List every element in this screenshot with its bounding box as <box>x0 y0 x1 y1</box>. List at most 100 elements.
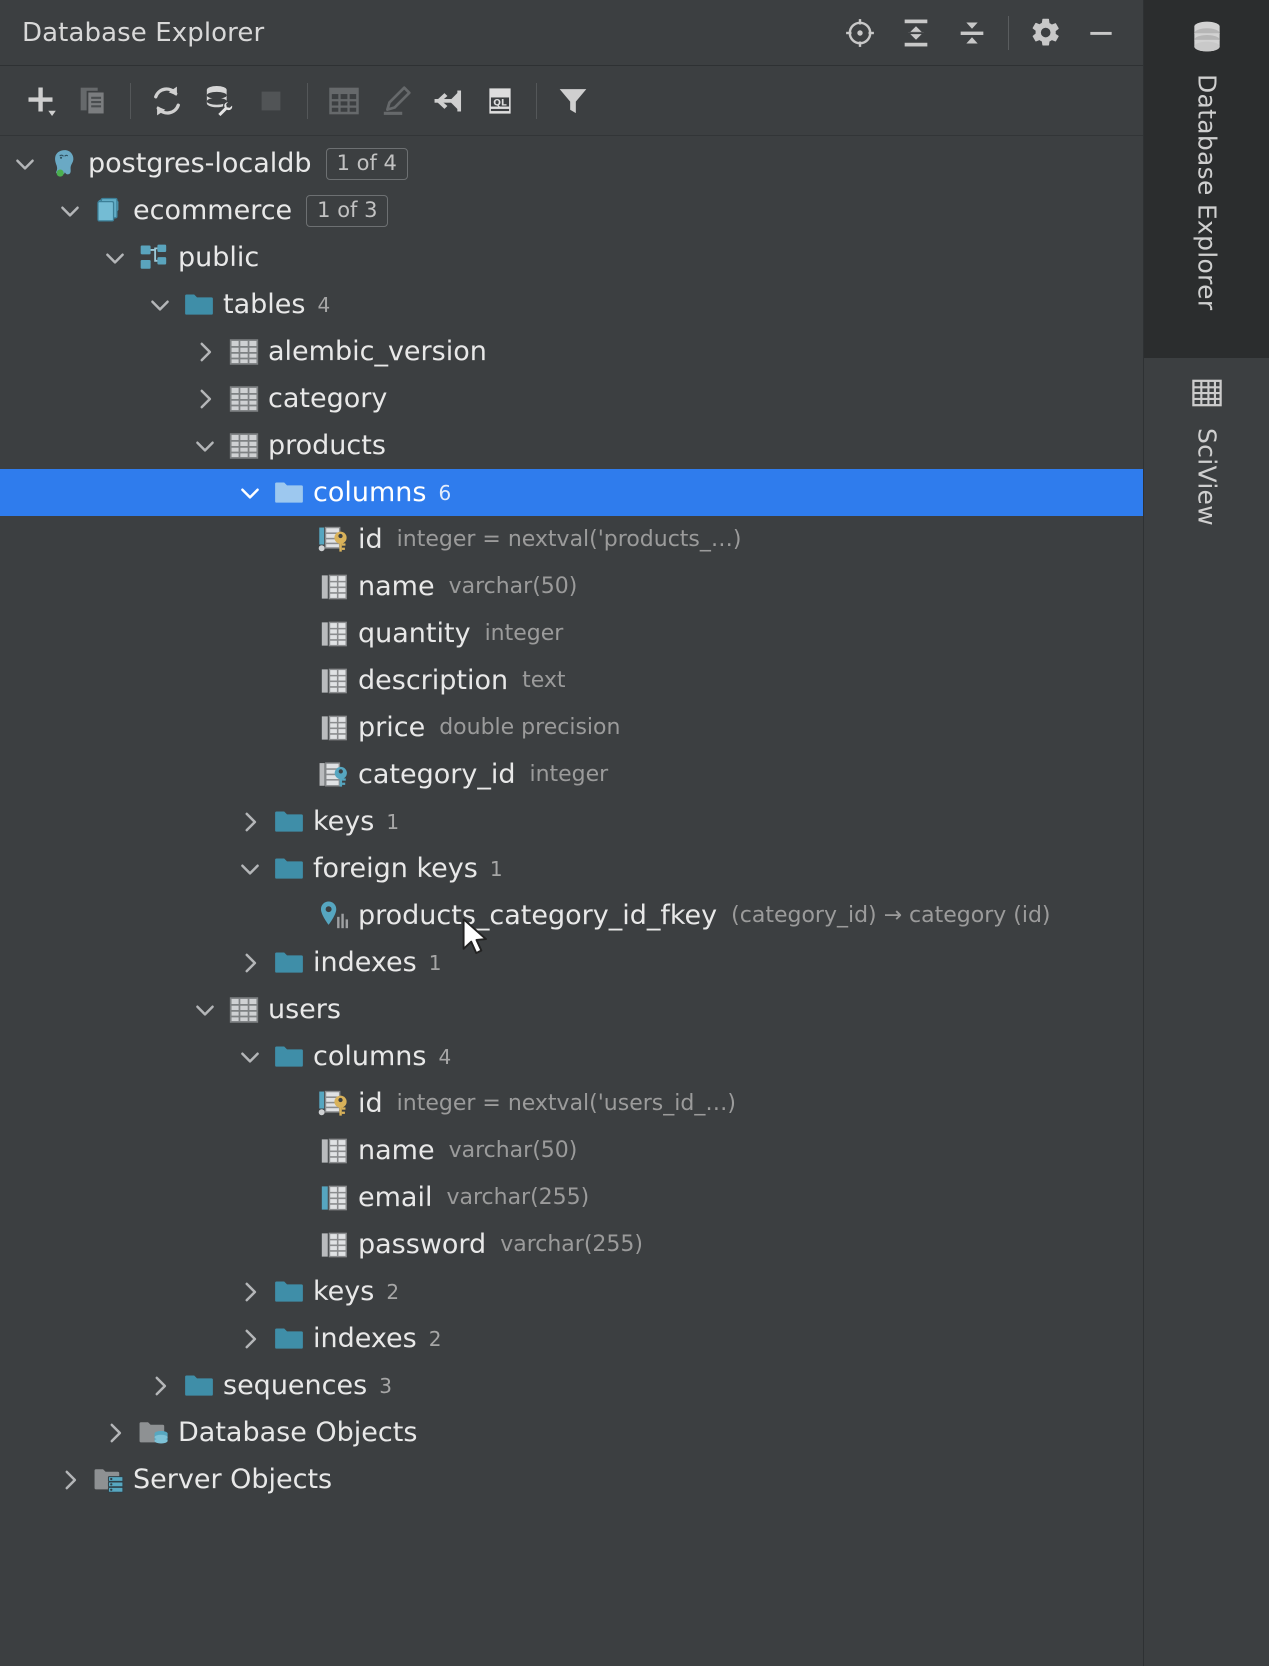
database-tree[interactable]: postgres-localdb1 of 4ecommerce1 of 3pub… <box>0 136 1143 1666</box>
folder-icon <box>179 281 219 328</box>
tree-row-label: columns <box>313 479 426 506</box>
tree-row-products-id[interactable]: idinteger = nextval('products_…) <box>0 516 1143 563</box>
minimize-icon[interactable] <box>1073 8 1129 58</box>
folder-icon <box>269 939 309 986</box>
tree-row-users-name[interactable]: namevarchar(50) <box>0 1127 1143 1174</box>
tree-row-products-foreign-keys[interactable]: foreign keys1 <box>0 845 1143 892</box>
modify-object-button[interactable] <box>370 75 422 127</box>
chevron-down-icon[interactable] <box>6 140 44 187</box>
chevron-down-icon[interactable] <box>231 469 269 516</box>
chevron-down-icon[interactable] <box>231 845 269 892</box>
tree-row-tables[interactable]: tables4 <box>0 281 1143 328</box>
tree-row-users-email[interactable]: emailvarchar(255) <box>0 1174 1143 1221</box>
table-icon <box>224 375 264 422</box>
tree-row-users-columns[interactable]: columns4 <box>0 1033 1143 1080</box>
tree-row-label: price <box>358 714 425 741</box>
tree-row-meta: integer <box>529 764 608 786</box>
stop-button[interactable] <box>245 75 297 127</box>
tree-row-count: 4 <box>317 295 330 315</box>
tree-row-products-description[interactable]: descriptiontext <box>0 657 1143 704</box>
tree-row-products-indexes[interactable]: indexes1 <box>0 939 1143 986</box>
tree-row-users-indexes[interactable]: indexes2 <box>0 1315 1143 1362</box>
chevron-down-icon[interactable] <box>231 1033 269 1080</box>
table-icon <box>224 328 264 375</box>
gear-icon[interactable] <box>1017 8 1073 58</box>
filter-button[interactable] <box>547 75 599 127</box>
tree-arrow-placeholder <box>276 1127 314 1174</box>
grid-table-icon <box>1190 376 1224 414</box>
tree-row-products[interactable]: products <box>0 422 1143 469</box>
chevron-right-icon[interactable] <box>51 1456 89 1503</box>
tree-row-alembic_version[interactable]: alembic_version <box>0 328 1143 375</box>
column-icon <box>314 563 354 610</box>
tree-row-meta: double precision <box>439 717 620 739</box>
chevron-right-icon[interactable] <box>231 798 269 845</box>
tree-row-label: quantity <box>358 620 471 647</box>
tree-row-badge[interactable]: 1 of 3 <box>306 195 388 227</box>
svg-text:QL: QL <box>493 98 507 108</box>
tree-row-label: sequences <box>223 1372 367 1399</box>
tree-row-products_category_id_fkey[interactable]: products_category_id_fkey(category_id) →… <box>0 892 1143 939</box>
tree-row-users[interactable]: users <box>0 986 1143 1033</box>
tree-row-database-objects[interactable]: Database Objects <box>0 1409 1143 1456</box>
open-data-editor-button[interactable] <box>318 75 370 127</box>
refresh-button[interactable] <box>141 75 193 127</box>
tool-tab-database-explorer[interactable]: Database Explorer <box>1144 0 1269 358</box>
toolbar-divider-1 <box>130 83 131 119</box>
tree-row-count: 2 <box>386 1282 399 1302</box>
toolbar-divider-3 <box>536 83 537 119</box>
collapse-all-icon[interactable] <box>944 8 1000 58</box>
tree-row-meta: integer = nextval('users_id_…) <box>397 1093 736 1115</box>
chevron-down-icon[interactable] <box>51 187 89 234</box>
tree-row-users-password[interactable]: passwordvarchar(255) <box>0 1221 1143 1268</box>
duplicate-button[interactable] <box>68 75 120 127</box>
locate-icon[interactable] <box>832 8 888 58</box>
chevron-right-icon[interactable] <box>186 328 224 375</box>
chevron-down-icon[interactable] <box>186 422 224 469</box>
tree-row-label: products <box>268 432 386 459</box>
tree-row-label: Database Objects <box>178 1419 417 1446</box>
tree-row-users-keys[interactable]: keys2 <box>0 1268 1143 1315</box>
chevron-right-icon[interactable] <box>231 1268 269 1315</box>
chevron-down-icon[interactable] <box>96 234 134 281</box>
tool-tab-sciview[interactable]: SciView <box>1144 358 1269 598</box>
jump-to-editor-button[interactable] <box>422 75 474 127</box>
tool-window-header: Database Explorer <box>0 0 1143 66</box>
tree-row-count: 6 <box>438 483 451 503</box>
schema-icon <box>134 234 174 281</box>
column-icon <box>314 610 354 657</box>
tree-row-products-price[interactable]: price double precision <box>0 704 1143 751</box>
datasource-properties-button[interactable] <box>193 75 245 127</box>
tree-arrow-placeholder <box>276 657 314 704</box>
tree-row-products-category_id[interactable]: category_id integer <box>0 751 1143 798</box>
tree-row-server-objects[interactable]: Server Objects <box>0 1456 1143 1503</box>
tree-row-badge[interactable]: 1 of 4 <box>326 148 408 180</box>
chevron-right-icon[interactable] <box>96 1409 134 1456</box>
tree-row-products-quantity[interactable]: quantityinteger <box>0 610 1143 657</box>
tree-row-label: category_id <box>358 761 515 788</box>
tree-row-products-columns[interactable]: columns 6 <box>0 469 1143 516</box>
tree-row-label: name <box>358 1137 435 1164</box>
tree-arrow-placeholder <box>276 563 314 610</box>
chevron-right-icon[interactable] <box>231 939 269 986</box>
tree-row-products-keys[interactable]: keys1 <box>0 798 1143 845</box>
open-query-console-button[interactable]: QL <box>474 75 526 127</box>
chevron-right-icon[interactable] <box>231 1315 269 1362</box>
tree-row-category[interactable]: category <box>0 375 1143 422</box>
chevron-down-icon[interactable] <box>186 986 224 1033</box>
expand-all-icon[interactable] <box>888 8 944 58</box>
add-button[interactable] <box>16 75 68 127</box>
folder-icon <box>179 1362 219 1409</box>
tree-row-ecommerce[interactable]: ecommerce1 of 3 <box>0 187 1143 234</box>
tree-row-public[interactable]: public <box>0 234 1143 281</box>
tree-row-postgres-localdb[interactable]: postgres-localdb1 of 4 <box>0 140 1143 187</box>
chevron-right-icon[interactable] <box>186 375 224 422</box>
folder-icon <box>269 1268 309 1315</box>
tree-row-users-id[interactable]: idinteger = nextval('users_id_…) <box>0 1080 1143 1127</box>
chevron-down-icon[interactable] <box>141 281 179 328</box>
tree-row-label: email <box>358 1184 432 1211</box>
tree-row-sequences[interactable]: sequences3 <box>0 1362 1143 1409</box>
tree-row-products-name[interactable]: namevarchar(50) <box>0 563 1143 610</box>
server-objects-icon <box>89 1456 129 1503</box>
chevron-right-icon[interactable] <box>141 1362 179 1409</box>
